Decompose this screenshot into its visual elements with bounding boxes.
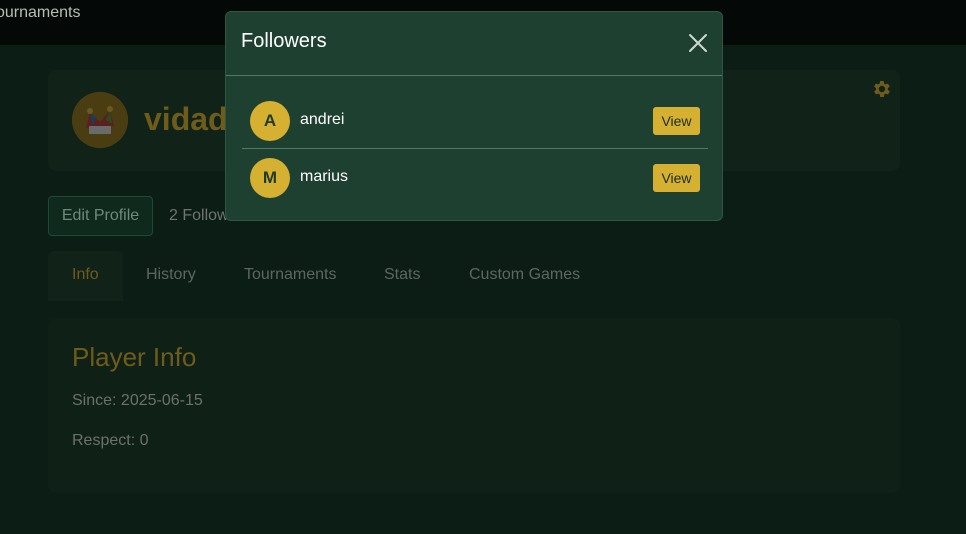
profile-avatar xyxy=(72,92,128,148)
player-info-title: Player Info xyxy=(72,342,197,372)
view-button[interactable]: View xyxy=(653,107,700,135)
player-since: Since: 2025-06-15 xyxy=(72,392,203,409)
follower-name: marius xyxy=(300,168,349,185)
tab-info[interactable]: Info xyxy=(48,251,123,301)
gear-icon[interactable] xyxy=(870,78,892,100)
follower-row: M marius View xyxy=(242,150,708,206)
avatar: A xyxy=(250,101,290,141)
player-respect: Respect: 0 xyxy=(72,432,149,449)
tab-tournaments[interactable]: Tournaments xyxy=(220,251,361,301)
profile-username: vidad xyxy=(144,101,228,137)
tab-history[interactable]: History xyxy=(122,251,220,301)
edit-profile-button[interactable]: Edit Profile xyxy=(48,196,153,236)
modal-title: Followers xyxy=(241,30,327,52)
follower-row: A andrei View xyxy=(242,93,708,149)
player-info-card: Player Info Since: 2025-06-15 Respect: 0 xyxy=(48,318,900,493)
jester-icon xyxy=(72,92,128,148)
view-button[interactable]: View xyxy=(653,164,700,192)
nav-link-tournaments[interactable]: ournaments xyxy=(0,4,81,22)
tab-custom-games[interactable]: Custom Games xyxy=(445,251,604,301)
tab-stats[interactable]: Stats xyxy=(360,251,444,301)
close-icon[interactable] xyxy=(687,32,709,54)
followers-modal: Followers A andrei View M marius View xyxy=(225,11,723,221)
modal-header: Followers xyxy=(226,12,722,76)
follow-stats[interactable]: 2 Follow xyxy=(169,207,229,225)
avatar: M xyxy=(250,158,290,198)
follower-name: andrei xyxy=(300,111,345,128)
